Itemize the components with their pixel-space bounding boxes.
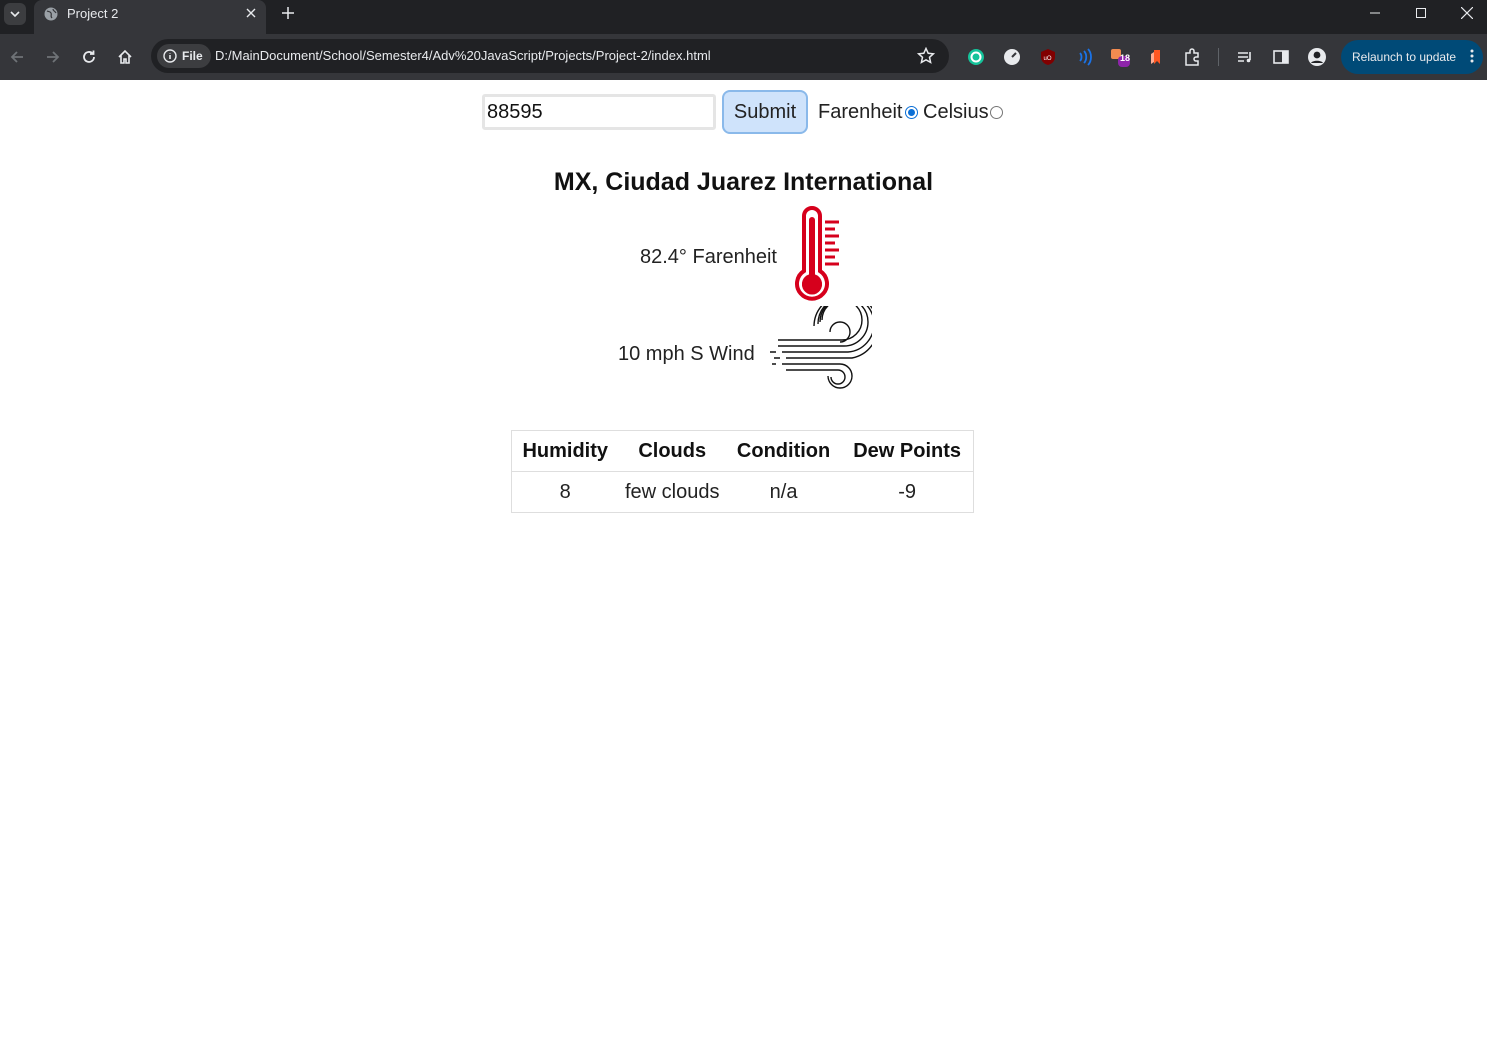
zip-form: Submit Farenheit Celsius: [0, 90, 1487, 134]
info-icon: [163, 49, 177, 63]
weather-page: Submit Farenheit Celsius MX, Ciudad Juar…: [0, 80, 1487, 1047]
relaunch-label: Relaunch to update: [1352, 50, 1457, 64]
ublock-icon: uO: [1041, 49, 1055, 65]
header-dew-points: Dew Points: [841, 430, 974, 472]
side-panel-icon: [1273, 50, 1289, 64]
weather-table: Humidity Clouds Condition Dew Points 8 f…: [511, 430, 974, 513]
profile-button[interactable]: [1306, 46, 1328, 68]
plus-icon: [282, 7, 294, 19]
maximize-button[interactable]: [1398, 0, 1444, 26]
close-window-button[interactable]: [1444, 0, 1487, 26]
toolbar-divider: [1218, 48, 1219, 66]
site-info-chip[interactable]: File: [157, 44, 211, 68]
speed-extension[interactable]: [1001, 46, 1023, 68]
chevron-down-icon: [10, 11, 20, 18]
ublock-extension[interactable]: uO: [1037, 46, 1059, 68]
header-clouds: Clouds: [618, 430, 726, 472]
station-name: MX, Ciudad Juarez International: [553, 168, 934, 196]
playlist-icon: [1238, 52, 1251, 63]
thermometer-icon: [795, 206, 839, 301]
browser-tab-bar: Project 2: [0, 0, 1487, 34]
celsius-radio[interactable]: [990, 106, 1003, 119]
tab-project-2[interactable]: Project 2: [34, 0, 266, 34]
globe-icon: [44, 7, 58, 21]
arrow-left-icon: [10, 51, 23, 63]
table-row: 8 few clouds n/a -9: [512, 472, 974, 513]
minimize-button[interactable]: [1352, 0, 1398, 26]
cell-clouds: few clouds: [624, 480, 720, 503]
more-vertical-icon: [1470, 49, 1474, 63]
table-header-row: Humidity Clouds Condition Dew Points: [511, 430, 974, 472]
puzzle-icon: [1185, 48, 1199, 66]
close-icon: [246, 8, 256, 18]
sound-waves-icon: [1079, 48, 1092, 66]
header-condition: Condition: [725, 430, 842, 472]
minimize-icon: [1370, 12, 1380, 14]
submit-button[interactable]: Submit: [722, 90, 808, 134]
reload-icon: [83, 50, 95, 63]
wind-text: 10 mph S Wind: [618, 343, 755, 365]
side-panel-button[interactable]: [1270, 46, 1292, 68]
new-tab-button[interactable]: [278, 3, 298, 23]
fahrenheit-label: Farenheit: [818, 101, 903, 123]
grammarly-extension[interactable]: [965, 46, 987, 68]
tab-close-button[interactable]: [242, 4, 260, 22]
arrow-right-icon: [47, 51, 60, 63]
header-humidity: Humidity: [511, 430, 619, 472]
close-icon: [1461, 7, 1473, 19]
bookmark-star-icon[interactable]: [917, 47, 935, 65]
browser-toolbar: File D:/MainDocument/School/Semester4/Ad…: [0, 34, 1487, 80]
back-button[interactable]: [5, 45, 29, 69]
fahrenheit-radio[interactable]: [905, 106, 918, 119]
media-controls-button[interactable]: [1234, 46, 1256, 68]
celsius-label: Celsius: [923, 101, 989, 123]
cell-condition: n/a: [769, 480, 798, 503]
pdf-extension[interactable]: [1145, 46, 1167, 68]
svg-text:uO: uO: [1044, 56, 1052, 62]
url-text[interactable]: D:/MainDocument/School/Semester4/Adv%20J…: [215, 48, 711, 63]
extensions-button[interactable]: [1181, 46, 1203, 68]
cell-dew-points: -9: [898, 480, 916, 503]
tab-title: Project 2: [67, 6, 119, 21]
address-bar[interactable]: File D:/MainDocument/School/Semester4/Ad…: [151, 39, 949, 73]
zip-input[interactable]: [482, 94, 716, 130]
grammarly-icon: [968, 49, 984, 65]
home-icon: [118, 49, 132, 64]
file-chip-label: File: [182, 49, 203, 63]
cell-humidity: 8: [559, 480, 571, 503]
read-aloud-extension[interactable]: [1073, 46, 1095, 68]
extension-badge-count: 18: [1120, 53, 1131, 63]
tab-search-button[interactable]: [4, 3, 26, 25]
wind-icon: [770, 306, 872, 389]
forward-button[interactable]: [41, 45, 65, 69]
temperature-text: 82.4° Farenheit: [640, 246, 777, 268]
relaunch-to-update-button[interactable]: Relaunch to update: [1341, 40, 1483, 74]
reload-button[interactable]: [77, 45, 101, 69]
badge-extension[interactable]: 18: [1109, 46, 1131, 68]
maximize-icon: [1416, 8, 1426, 18]
home-button[interactable]: [113, 45, 137, 69]
gauge-icon: [1004, 49, 1020, 65]
avatar-icon: [1308, 48, 1326, 66]
bookmark-flag-icon: [1151, 50, 1160, 64]
